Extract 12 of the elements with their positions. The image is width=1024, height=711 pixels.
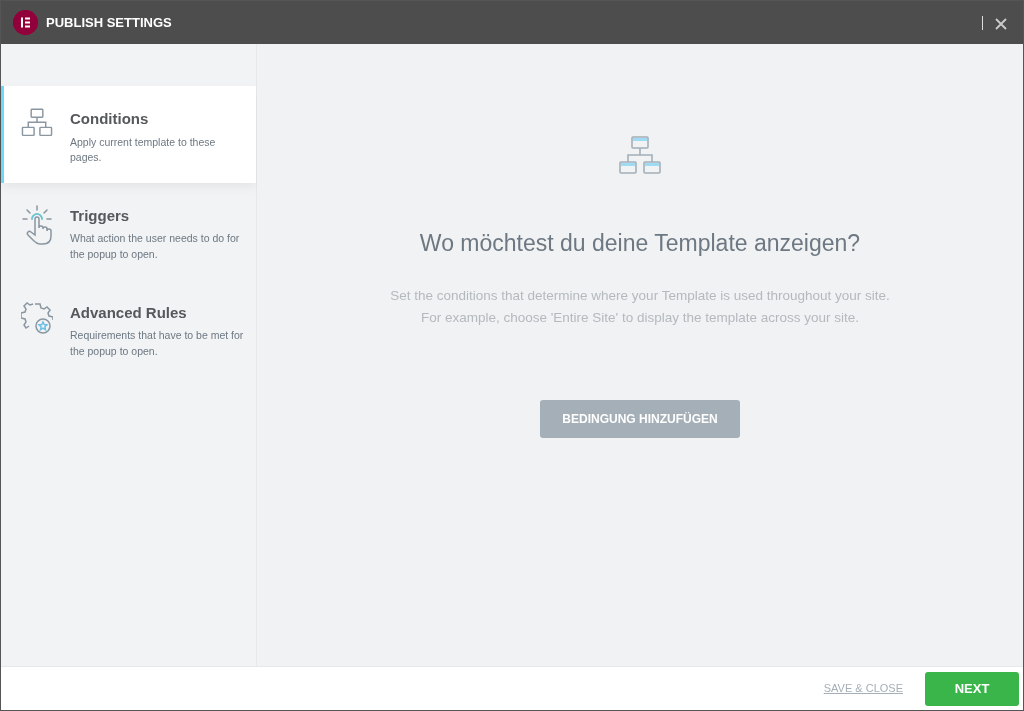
sidebar-tab[interactable]: Conditions Apply current template to these pages.: [1, 86, 256, 183]
gear-star-icon: [21, 301, 53, 336]
heading: Wo möchtest du deine Template anzeigen?: [419, 229, 861, 258]
window-title: PUBLISH SETTINGS: [46, 13, 172, 32]
description-text: For example, choose 'Entire Site' to display the template across your site.: [419, 309, 861, 328]
sidebar-tab[interactable]: Triggers What action the user needs to do for the popup to open.: [1, 182, 256, 280]
logo-icon: [13, 10, 38, 35]
sidebar-tab[interactable]: Advanced Rules Requirements that have to be met for the popup to open.: [1, 279, 256, 377]
sitemap-icon: [618, 136, 662, 176]
description-text: Set the conditions that determine where your Template is used throughout your site.: [390, 286, 890, 305]
hand-pointer-icon: [21, 204, 53, 245]
sitemap-icon: [21, 108, 53, 138]
